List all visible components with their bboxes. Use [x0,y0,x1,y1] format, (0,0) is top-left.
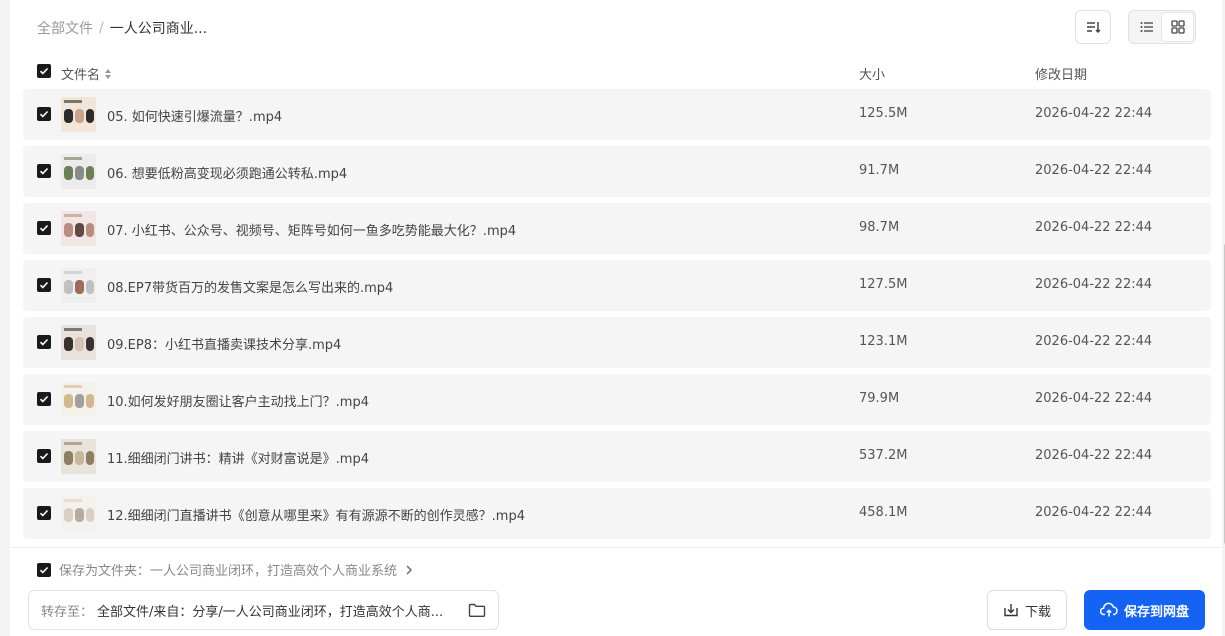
file-row[interactable]: 10.如何发好朋友圈让客户主动找上门？.mp4 79.9M 2026-04-22 2… [23,374,1211,425]
file-row[interactable]: 06. 想要低粉高变现必须跑通公转私.mp4 91.7M 2026-04-22 22… [23,146,1211,197]
check-icon [39,281,49,289]
file-name[interactable]: 08.EP7带货百万的发售文案是怎么写出来的.mp4 [107,277,393,296]
save-as-folder-checkbox[interactable] [37,562,51,577]
video-thumbnail [61,268,96,303]
file-checkbox[interactable] [37,278,51,292]
file-size: 91.7M [859,163,900,178]
file-checkbox[interactable] [37,335,51,349]
file-date: 2026-04-22 22:44 [1035,505,1153,520]
file-checkbox[interactable] [37,164,51,178]
file-date: 2026-04-22 22:44 [1035,334,1153,349]
grid-view-button[interactable] [1162,13,1193,41]
file-share-panel: 全部文件 / 一人公司商业... 文件名 大小 修改日期 05. 如何快速引爆流… [10,0,1225,636]
column-name[interactable]: 文件名 [61,64,112,83]
save-to-cloud-button[interactable]: 保存到网盘 [1084,590,1205,630]
file-checkbox[interactable] [37,449,51,463]
file-checkbox[interactable] [37,221,51,235]
file-name[interactable]: 05. 如何快速引爆流量？.mp4 [107,106,282,125]
check-icon [39,452,49,460]
breadcrumb-current: 一人公司商业... [109,21,208,37]
breadcrumb: 全部文件 / 一人公司商业... [37,18,207,38]
folder-icon[interactable] [468,602,486,618]
file-date: 2026-04-22 22:44 [1035,220,1153,235]
select-all-checkbox[interactable] [37,64,51,78]
file-size: 125.5M [859,106,908,121]
cloud-upload-icon [1099,602,1118,617]
file-size: 537.2M [859,448,908,463]
save-as-folder-label: 保存为文件夹：一人公司商业闭环，打造高效个人商业系统 [59,564,398,579]
video-thumbnail [61,97,96,132]
column-name-label: 文件名 [61,68,101,83]
file-size: 123.1M [859,334,908,349]
file-checkbox[interactable] [37,107,51,121]
file-checkbox[interactable] [37,392,51,406]
video-thumbnail [61,325,96,360]
video-thumbnail [61,382,96,417]
list-view-icon [1140,22,1153,32]
file-date: 2026-04-22 22:44 [1035,106,1153,121]
check-icon [39,395,49,403]
video-thumbnail [61,211,96,246]
file-name[interactable]: 07. 小红书、公众号、视频号、矩阵号如何一鱼多吃势能最大化？.mp4 [107,220,516,239]
divider [10,547,1222,548]
file-list: 05. 如何快速引爆流量？.mp4 125.5M 2026-04-22 22:44 0… [23,89,1211,545]
file-date: 2026-04-22 22:44 [1035,277,1153,292]
sort-toggle-icon [105,68,112,79]
sort-icon [1087,22,1101,34]
video-thumbnail [61,439,96,474]
download-label: 下载 [1024,604,1051,620]
file-date: 2026-04-22 22:44 [1035,163,1153,178]
file-size: 127.5M [859,277,908,292]
chevron-right-icon[interactable] [405,565,413,575]
check-icon [39,566,49,574]
file-row[interactable]: 08.EP7带货百万的发售文案是怎么写出来的.mp4 127.5M 2026-04-… [23,260,1211,311]
destination-path-field[interactable]: 转存至： 全部文件/来自：分享/一人公司商业闭环，打造高效个人商... [28,590,499,630]
file-row[interactable]: 07. 小红书、公众号、视频号、矩阵号如何一鱼多吃势能最大化？.mp4 98.7M… [23,203,1211,254]
check-icon [39,167,49,175]
check-icon [39,110,49,118]
breadcrumb-root[interactable]: 全部文件 [37,18,93,38]
file-row[interactable]: 11.细细闭门讲书：精讲《对财富说是》.mp4 537.2M 2026-04-22 … [23,431,1211,482]
grid-view-icon [1170,20,1185,34]
check-icon [39,67,49,75]
breadcrumb-separator: / [99,20,104,36]
video-thumbnail [61,154,96,189]
file-size: 98.7M [859,220,900,235]
file-name[interactable]: 06. 想要低粉高变现必须跑通公转私.mp4 [107,163,347,182]
sort-button[interactable] [1075,10,1111,44]
column-size: 大小 [859,68,886,83]
file-date: 2026-04-22 22:44 [1035,448,1153,463]
file-name[interactable]: 12.细细闭门直播讲书《创意从哪里来》有有源源不断的创作灵感？.mp4 [107,505,525,524]
check-icon [39,224,49,232]
table-header: 文件名 大小 修改日期 [10,56,1210,88]
file-checkbox[interactable] [37,506,51,520]
file-name[interactable]: 10.如何发好朋友圈让客户主动找上门？.mp4 [107,391,369,410]
save-to-cloud-label: 保存到网盘 [1123,604,1189,620]
view-switch [1128,10,1196,44]
save-as-folder-option[interactable]: 保存为文件夹：一人公司商业闭环，打造高效个人商业系统 [37,560,413,579]
destination-label: 转存至： [41,604,94,620]
file-date: 2026-04-22 22:44 [1035,391,1153,406]
download-button[interactable]: 下载 [987,590,1067,630]
file-row[interactable]: 09.EP8：小红书直播卖课技术分享.mp4 123.1M 2026-04-22 2… [23,317,1211,368]
file-size: 79.9M [859,391,900,406]
download-icon [1004,604,1018,617]
file-name[interactable]: 11.细细闭门讲书：精讲《对财富说是》.mp4 [107,448,369,467]
check-icon [39,509,49,517]
file-size: 458.1M [859,505,908,520]
file-row[interactable]: 05. 如何快速引爆流量？.mp4 125.5M 2026-04-22 22:44 [23,89,1211,140]
video-thumbnail [61,496,96,531]
list-view-button[interactable] [1131,13,1162,41]
column-date: 修改日期 [1035,68,1088,83]
destination-value: 全部文件/来自：分享/一人公司商业闭环，打造高效个人商... [97,604,444,620]
check-icon [39,338,49,346]
file-name[interactable]: 09.EP8：小红书直播卖课技术分享.mp4 [107,334,341,353]
file-row[interactable]: 12.细细闭门直播讲书《创意从哪里来》有有源源不断的创作灵感？.mp4 458.1… [23,488,1211,539]
